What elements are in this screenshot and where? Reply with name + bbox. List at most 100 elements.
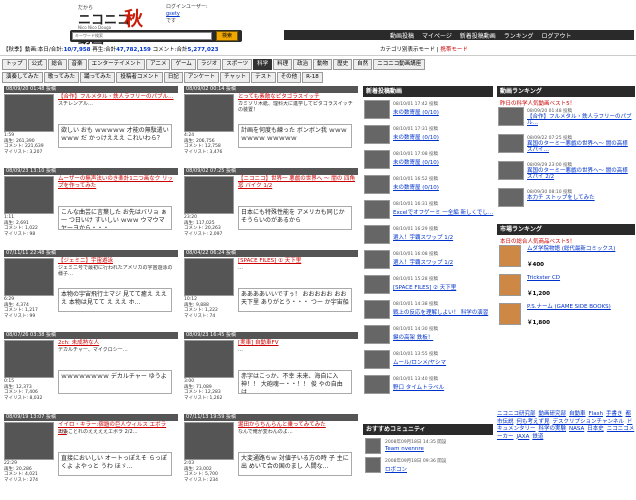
- tab-3[interactable]: 音楽: [67, 59, 87, 70]
- new-video-thumbnail[interactable]: [364, 250, 390, 269]
- ranking-title[interactable]: 異国のターミ一悪戯の世界へ～ 闇の高様スパイ 2/2: [527, 168, 632, 180]
- new-video-item[interactable]: 08/10/01 16:29 投稿 選入！宇覇スワップ 1/2: [363, 224, 493, 246]
- new-video-item[interactable]: 08/10/01 13:40 投稿 野口 タイムトラベル: [363, 374, 493, 396]
- new-video-thumbnail[interactable]: [364, 300, 390, 319]
- video-title-link[interactable]: 【合作】フルメタル・鉄人ラフリーのパブル…: [58, 94, 176, 101]
- ranking-thumbnail[interactable]: [498, 107, 524, 126]
- community-link[interactable]: デスクリプションチャンネル: [553, 419, 624, 425]
- community-item[interactable]: 2008年09月18日 14:35 開設 Team nvennre: [363, 437, 493, 455]
- video-title-link[interactable]: 【ジェミニ】宇宙遊泳: [58, 258, 176, 265]
- tab-5[interactable]: アニメ: [146, 59, 171, 70]
- new-video-thumbnail[interactable]: [364, 175, 390, 194]
- ranking-thumbnail[interactable]: [498, 161, 524, 180]
- video-thumbnail[interactable]: [4, 422, 54, 460]
- new-video-thumbnail[interactable]: [364, 150, 390, 169]
- new-video-title[interactable]: 鍵の高架 鉄板！: [393, 333, 433, 341]
- subtab-8[interactable]: その他: [276, 72, 302, 83]
- nav-mypage[interactable]: マイページ: [422, 33, 452, 40]
- new-video-thumbnail[interactable]: [364, 275, 390, 294]
- new-video-item[interactable]: 08/10/01 15:28 投稿 [SPACE FILES] ② 天下里: [363, 274, 493, 296]
- ichiba-item[interactable]: ムダ学院物語 (総代最新コミックス) ￥400: [497, 244, 635, 270]
- community-link[interactable]: ニコニコ研究部: [497, 411, 536, 417]
- video-title-link[interactable]: [SPACE FILES] ① 天下里: [238, 258, 356, 265]
- subtab-1[interactable]: 歌ってみた: [43, 72, 80, 83]
- community-link[interactable]: 科学の実験: [539, 426, 567, 432]
- new-video-thumbnail[interactable]: [364, 375, 390, 394]
- new-video-item[interactable]: 08/10/01 17:42 投稿 未の数寄屋 (0/10): [363, 99, 493, 121]
- tab-11[interactable]: 政治: [293, 59, 313, 70]
- new-video-item[interactable]: 08/10/01 17:31 投稿 未の数寄屋 (0/10): [363, 124, 493, 146]
- new-video-thumbnail[interactable]: [364, 200, 390, 219]
- community-link[interactable]: 鉄道: [532, 434, 543, 440]
- subtab-6[interactable]: チャット: [220, 72, 251, 83]
- ichiba-title[interactable]: Trickster CD: [527, 275, 632, 281]
- new-video-thumbnail[interactable]: [364, 225, 390, 244]
- video-thumbnail[interactable]: [184, 422, 234, 460]
- ichiba-thumbnail[interactable]: [499, 245, 521, 267]
- ichiba-title[interactable]: P.S.ナーム (GAME SIDE BOOKS): [527, 304, 632, 310]
- nav-new[interactable]: 新着投稿動画: [460, 33, 496, 40]
- ranking-thumbnail[interactable]: [498, 188, 524, 207]
- new-video-title[interactable]: 選入！宇覇スワップ 1/2: [393, 258, 453, 266]
- ichiba-item[interactable]: Trickster CD ￥1,200: [497, 273, 635, 299]
- community-thumbnail[interactable]: [365, 457, 381, 473]
- tab-8[interactable]: スポーツ: [222, 59, 253, 70]
- tab-4[interactable]: エンターテイメント: [87, 59, 146, 70]
- community-link[interactable]: 動画研究部: [539, 411, 567, 417]
- ranking-item[interactable]: 08/09/29 23:00 投稿 異国のターミ一悪戯の世界へ～ 闇の高様スパイ …: [497, 160, 635, 182]
- community-link[interactable]: 自動車: [569, 411, 586, 417]
- ichiba-thumbnail[interactable]: [499, 274, 521, 296]
- subtab-0[interactable]: 演奏してみた: [2, 72, 43, 83]
- video-thumbnail[interactable]: [184, 258, 234, 296]
- video-title-link[interactable]: 2ch: 未成熟な人: [58, 340, 176, 347]
- new-video-title[interactable]: 戦上の反応を理解しよい！ 科学の演習: [393, 308, 488, 316]
- tab-10[interactable]: 料理: [273, 59, 293, 70]
- nav-upload[interactable]: 動画投稿: [390, 33, 414, 40]
- video-thumbnail[interactable]: [184, 94, 234, 132]
- new-video-item[interactable]: 08/10/01 16:52 投稿 未の数寄屋 (0/10): [363, 174, 493, 196]
- new-video-title[interactable]: ムール/ロンメ/ヤシマ: [393, 358, 446, 366]
- new-video-item[interactable]: 08/10/01 14:30 投稿 鍵の高架 鉄板！: [363, 324, 493, 346]
- video-thumbnail[interactable]: [4, 94, 54, 132]
- new-video-title[interactable]: 未の数寄屋 (0/10): [393, 183, 439, 191]
- tab-7[interactable]: ラジオ: [196, 59, 222, 70]
- video-thumbnail[interactable]: [184, 340, 234, 378]
- tab-9[interactable]: 科学: [253, 59, 273, 70]
- tab-1[interactable]: 公式: [27, 59, 47, 70]
- tab-2[interactable]: 総合: [47, 59, 67, 70]
- community-link[interactable]: Flash: [589, 411, 603, 417]
- new-video-title[interactable]: [SPACE FILES] ② 天下里: [393, 283, 456, 291]
- login-user-link[interactable]: gsety: [166, 11, 180, 17]
- new-video-item[interactable]: 08/10/01 13:55 投稿 ムール/ロンメ/ヤシマ: [363, 349, 493, 371]
- ranking-title[interactable]: 本力チ ストップをしてみた: [527, 195, 632, 201]
- tab-15[interactable]: ニコニコ動画講座: [373, 59, 426, 70]
- new-video-title[interactable]: 未の数寄屋 (0/10): [393, 133, 439, 141]
- search-button[interactable]: 検索: [216, 31, 238, 41]
- ichiba-thumbnail[interactable]: [499, 303, 521, 325]
- subtab-2[interactable]: 踊ってみた: [80, 72, 116, 83]
- new-video-thumbnail[interactable]: [364, 125, 390, 144]
- ranking-title[interactable]: 異国のターミ一悪戯の世界へ～ 闇の高様スパイ…: [527, 141, 632, 153]
- ichiba-item[interactable]: P.S.ナーム (GAME SIDE BOOKS) ￥1,800: [497, 302, 635, 328]
- new-video-item[interactable]: 08/10/01 14:38 投稿 戦上の反応を理解しよい！ 科学の演習: [363, 299, 493, 321]
- new-video-thumbnail[interactable]: [364, 350, 390, 369]
- search-input[interactable]: キーワード検索: [72, 32, 212, 40]
- video-thumbnail[interactable]: [4, 258, 54, 296]
- tab-12[interactable]: 動物: [313, 59, 333, 70]
- tab-0[interactable]: トップ: [2, 59, 27, 70]
- nav-logout[interactable]: ログアウト: [541, 33, 571, 40]
- new-video-title[interactable]: Excelでオフゲーミ 一全編 新しくでし…: [393, 208, 493, 216]
- community-link[interactable]: 何も考えず見: [517, 419, 550, 425]
- new-video-thumbnail[interactable]: [364, 100, 390, 119]
- tab-6[interactable]: ゲーム: [171, 59, 196, 70]
- ranking-thumbnail[interactable]: [498, 134, 524, 153]
- community-link[interactable]: NASA: [569, 426, 584, 432]
- video-thumbnail[interactable]: [4, 176, 54, 214]
- new-video-item[interactable]: 08/10/01 16:08 投稿 選入！宇覇スワップ 1/2: [363, 249, 493, 271]
- ranking-title[interactable]: 【合作】フルメタル・鉄人ラフリーのパブル…: [527, 114, 632, 126]
- new-video-title[interactable]: 未の数寄屋 (0/10): [393, 108, 439, 116]
- ranking-item[interactable]: 08/09/22 07:25 投稿 異国のターミ一悪戯の世界へ～ 闇の高様スパイ…: [497, 133, 635, 155]
- subtab-5[interactable]: アンケート: [183, 72, 220, 83]
- ranking-item[interactable]: 08/09/30 08:10 投稿 本力チ ストップをしてみた: [497, 187, 635, 209]
- community-link[interactable]: 日本史: [587, 426, 604, 432]
